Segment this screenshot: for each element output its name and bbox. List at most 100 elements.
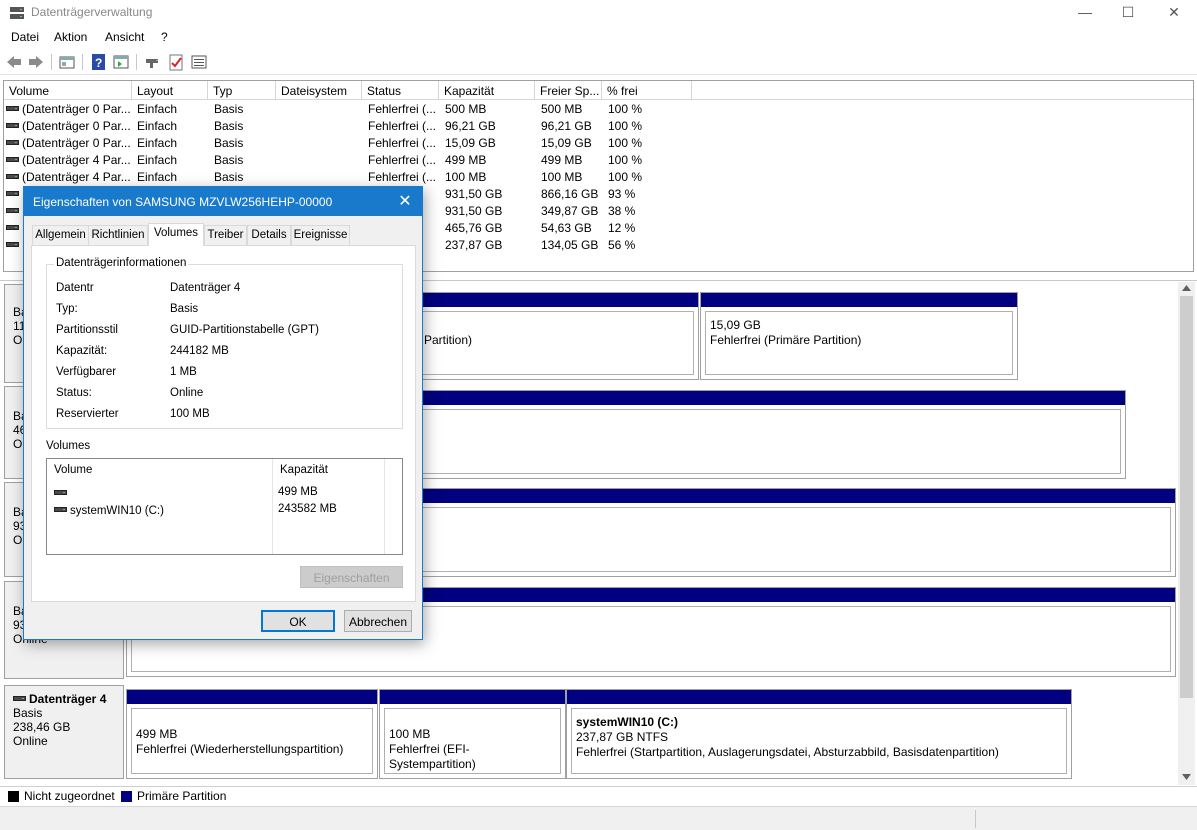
tab-allgemein[interactable]: Allgemein (32, 225, 89, 245)
cell-status-text: Fehlerfrei (... (368, 153, 437, 167)
cell-dateisystem (282, 119, 360, 136)
column-header-kapazitaet[interactable]: Kapazität (439, 81, 535, 100)
back-icon[interactable] (5, 53, 23, 71)
cell-freier-speicher: 96,21 GB (541, 119, 601, 136)
column-divider (272, 479, 273, 554)
legend: Nicht zugeordnet Primäre Partition (0, 786, 1197, 806)
table-row[interactable]: (Datenträger 4 Par... Einfach Basis Fehlerf… (4, 152, 1193, 169)
column-header-dateisystem[interactable]: Dateisystem (276, 81, 362, 100)
cell-prozent-frei: 12 % (608, 221, 688, 238)
disk-info-4[interactable]: Datenträger 4 Basis 238,46 GB Online (4, 685, 124, 779)
vol-column-header-volume[interactable]: Volume (47, 459, 272, 479)
tab-ereignisse[interactable]: Ereignisse (291, 225, 350, 245)
dialog-title-bar[interactable]: Eigenschaften von SAMSUNG MZVLW256HEHP-0… (24, 187, 422, 216)
table-row[interactable]: (Datenträger 0 Par... Einfach Basis Fehlerf… (4, 135, 1193, 152)
column-header-typ[interactable]: Typ (208, 81, 276, 100)
volume-icon (6, 140, 19, 146)
info-value-reserved: 100 MB (170, 408, 210, 420)
tab-details[interactable]: Details (247, 225, 291, 245)
cell-dateisystem (282, 170, 360, 187)
view-icon[interactable] (112, 53, 130, 71)
legend-label-primary: Primäre Partition (137, 789, 227, 803)
partition-primary[interactable] (400, 488, 1176, 577)
maximize-button[interactable]: ☐ (1105, 0, 1151, 26)
cell-prozent-frei: 56 % (608, 238, 688, 255)
vol-name: systemWIN10 (C:) (70, 505, 164, 517)
disk-name: Datenträger 4 (29, 692, 107, 706)
menu-ansicht[interactable]: Ansicht (105, 30, 144, 44)
column-header-prozent-frei[interactable]: % frei (602, 81, 692, 100)
vol-row[interactable]: systemWIN10 (C:) (54, 503, 164, 517)
info-label-type: Typ: (56, 303, 78, 315)
properties-icon[interactable] (58, 53, 76, 71)
scrollbar-thumb[interactable] (1180, 296, 1193, 698)
help-icon[interactable]: ? (90, 53, 108, 71)
cell-status: Fehlerfrei (... (368, 170, 438, 187)
partition-bar (401, 293, 698, 307)
volume-icon (6, 208, 19, 214)
tab-richtlinien[interactable]: Richtlinien (88, 225, 148, 245)
column-header-filler (692, 81, 1193, 100)
scroll-up-icon[interactable] (1182, 285, 1191, 291)
scroll-down-icon[interactable] (1182, 774, 1191, 780)
info-value-type: Basis (170, 303, 199, 315)
table-row[interactable]: (Datenträger 0 Par... Einfach Basis Fehlerf… (4, 101, 1193, 118)
dialog-close-icon[interactable]: ✕ (394, 191, 416, 211)
legend-swatch-primary (121, 791, 132, 802)
menu-datei[interactable]: Datei (11, 30, 39, 44)
partition-status: Fehlerfrei (Startpartition, Auslagerungs… (576, 745, 999, 759)
cell-freier-speicher: 100 MB (541, 170, 601, 187)
partition-primary[interactable] (400, 390, 1126, 479)
partition-efi[interactable]: 100 MB Fehlerfrei (EFI-Systempartition) (379, 689, 566, 779)
menu-help[interactable]: ? (161, 30, 168, 44)
ok-button[interactable]: OK (261, 610, 335, 632)
tab-volumes[interactable]: Volumes (148, 223, 204, 246)
cell-status-text: Fehlerfrei (... (368, 136, 437, 150)
cell-prozent-frei-text: 38 % (608, 204, 636, 218)
volume-icon (6, 225, 19, 231)
column-header-freier-speicher[interactable]: Freier Sp... (535, 81, 602, 100)
volumes-label: Volumes (46, 440, 91, 452)
tab-treiber[interactable]: Treiber (204, 225, 247, 245)
column-header-status[interactable]: Status (362, 81, 439, 100)
cell-typ: Basis (214, 153, 274, 170)
partition-name: systemWIN10 (C:) (576, 715, 679, 729)
cancel-button[interactable]: Abbrechen (344, 610, 412, 632)
cell-freier-speicher: 866,16 GB (541, 187, 601, 204)
cell-freier-speicher-text: 349,87 GB (541, 204, 599, 218)
connect-icon[interactable] (144, 53, 162, 71)
partition-recovery[interactable]: 499 MB Fehlerfrei (Wiederherstellungspart… (126, 689, 378, 779)
cell-volume: (Datenträger 0 Par... (6, 102, 132, 119)
column-header-volume[interactable]: Volume (4, 81, 132, 100)
minimize-button[interactable]: — (1062, 0, 1108, 26)
list-icon[interactable] (190, 53, 208, 71)
forward-icon[interactable] (27, 53, 45, 71)
check-icon[interactable] (167, 53, 185, 71)
volume-properties-button[interactable]: Eigenschaften (300, 566, 403, 588)
partition-bar (380, 690, 565, 704)
cell-freier-speicher-text: 500 MB (541, 102, 583, 116)
cell-prozent-frei: 38 % (608, 204, 688, 221)
table-row[interactable]: (Datenträger 4 Par... Einfach Basis Fehlerf… (4, 169, 1193, 186)
info-label-status: Status: (56, 387, 92, 399)
cell-layout: Einfach (137, 102, 207, 119)
column-header-layout[interactable]: Layout (132, 81, 208, 100)
cell-prozent-frei: 100 % (608, 136, 688, 153)
vertical-scrollbar[interactable] (1178, 282, 1195, 785)
menu-aktion[interactable]: Aktion (54, 30, 87, 44)
close-button[interactable]: ✕ (1151, 0, 1197, 26)
cell-prozent-frei: 100 % (608, 119, 688, 136)
vol-column-header-capacity[interactable]: Kapazität (272, 459, 384, 479)
cell-kapazitaet: 100 MB (445, 170, 533, 187)
volumes-list[interactable]: Volume Kapazität 499 MB systemWIN10 (C:)… (46, 458, 403, 555)
disk-type: Basis (13, 706, 43, 720)
properties-dialog: Eigenschaften von SAMSUNG MZVLW256HEHP-0… (23, 186, 423, 640)
partition-primary[interactable]: 15,09 GB Fehlerfrei (Primäre Partition) (700, 292, 1018, 380)
volume-icon (54, 507, 67, 513)
tab-page-volumes: Datenträgerinformationen Datentr Datentr… (31, 245, 416, 602)
partition-system-c[interactable]: systemWIN10 (C:) 237,87 GB NTFS Fehlerfr… (566, 689, 1072, 779)
table-row[interactable]: (Datenträger 0 Par... Einfach Basis Fehlerf… (4, 118, 1193, 135)
partition-primary[interactable]: re Partition) (400, 292, 699, 380)
vol-row[interactable] (54, 486, 70, 500)
toolbar-separator (82, 54, 83, 70)
